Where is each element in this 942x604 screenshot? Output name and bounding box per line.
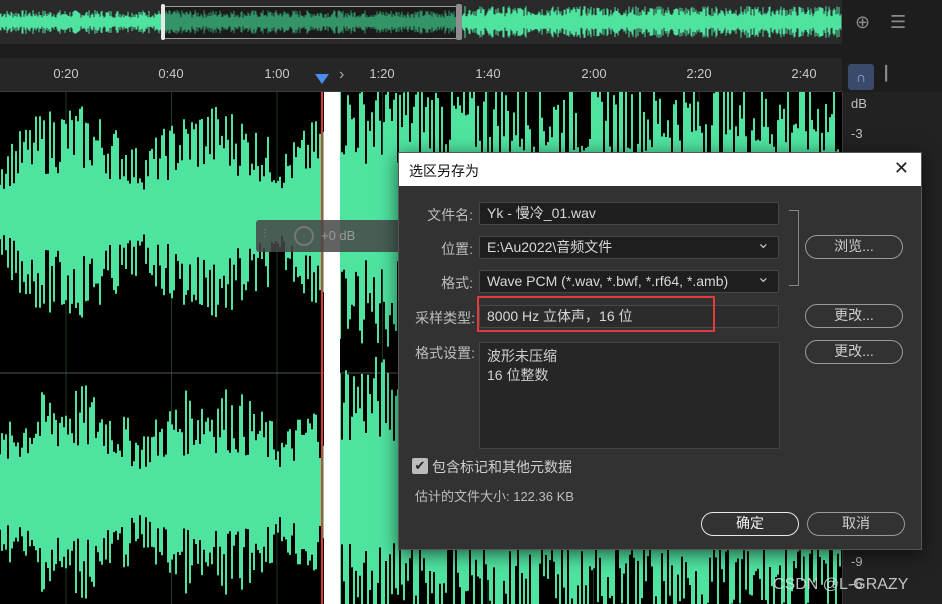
tick-label: 0:20	[53, 66, 79, 81]
overview-handle-right[interactable]	[456, 4, 462, 40]
cancel-button[interactable]: 取消	[807, 512, 905, 536]
tick-label: 0:40	[158, 66, 184, 81]
close-icon[interactable]: ✕	[894, 158, 909, 179]
sample-type-label: 采样类型:	[415, 310, 475, 326]
format-label: 格式:	[441, 275, 473, 291]
format-settings-label: 格式设置:	[415, 345, 475, 361]
bracket-divider	[789, 210, 799, 286]
filename-label: 文件名:	[427, 207, 473, 223]
pin-icon[interactable]: ┃	[882, 65, 890, 82]
overview-viewport[interactable]	[163, 6, 461, 39]
change-format-settings-button[interactable]: 更改...	[805, 340, 903, 364]
dialog-titlebar[interactable]: 选区另存为 ✕	[399, 153, 921, 186]
include-markers-label[interactable]: 包含标记和其他元数据	[432, 457, 572, 477]
highlight-box	[477, 296, 715, 332]
timeline-ruler[interactable]: 0:20 0:40 1:00 1:20 1:40 2:00 2:20 2:40	[0, 58, 842, 92]
db-label: -9	[851, 554, 863, 569]
format-value: Wave PCM (*.wav, *.bwf, *.rf64, *.amb)	[487, 273, 729, 289]
tick-label: 1:00	[264, 66, 290, 81]
selection-range[interactable]	[324, 92, 340, 604]
format-settings-box: 波形未压缩 16 位整数	[479, 342, 780, 449]
location-label: 位置:	[441, 241, 473, 257]
db-unit: dB	[851, 96, 867, 111]
headphone-icon[interactable]: ∩	[848, 64, 874, 90]
tick-label: 2:00	[581, 66, 607, 81]
selection-end-marker-icon[interactable]: ›	[339, 66, 344, 84]
zoom-icon[interactable]: ⊕	[855, 12, 870, 33]
change-sample-type-button[interactable]: 更改...	[805, 304, 903, 328]
hud-gain-value: +0 dB	[321, 228, 356, 243]
save-selection-dialog: 选区另存为 ✕ 文件名: Yk - 慢冷_01.wav 位置: E:\Au202…	[398, 152, 922, 550]
format-settings-line: 波形未压缩	[487, 348, 557, 364]
filename-input[interactable]: Yk - 慢冷_01.wav	[479, 202, 779, 225]
overview-strip[interactable]	[0, 0, 842, 44]
dialog-title: 选区另存为	[409, 163, 479, 179]
watermark: CSDN @L-GRAZY	[773, 576, 909, 593]
estimated-file-size: 估计的文件大小: 122.36 KB	[415, 489, 574, 504]
format-settings-line: 16 位整数	[487, 367, 549, 383]
ok-button[interactable]: 确定	[701, 512, 799, 536]
include-markers-checkbox[interactable]: ✔	[412, 458, 428, 474]
volume-knob[interactable]	[294, 226, 314, 246]
location-value: E:\Au2022\音频文件	[487, 239, 613, 255]
tick-label: 1:40	[475, 66, 501, 81]
db-label: -3	[851, 126, 863, 141]
menu-icon[interactable]: ☰	[890, 12, 906, 33]
overview-handle-left[interactable]	[161, 4, 165, 40]
tick-label: 2:40	[791, 66, 817, 81]
browse-button[interactable]: 浏览...	[805, 235, 903, 259]
tick-label: 1:20	[369, 66, 395, 81]
location-select[interactable]: E:\Au2022\音频文件	[479, 233, 779, 259]
playhead[interactable]	[321, 92, 323, 604]
playhead-marker-icon[interactable]	[315, 74, 329, 84]
format-select[interactable]: Wave PCM (*.wav, *.bwf, *.rf64, *.amb)	[479, 267, 779, 293]
grip-icon[interactable]: ⋮	[260, 228, 270, 239]
tick-label: 2:20	[686, 66, 712, 81]
